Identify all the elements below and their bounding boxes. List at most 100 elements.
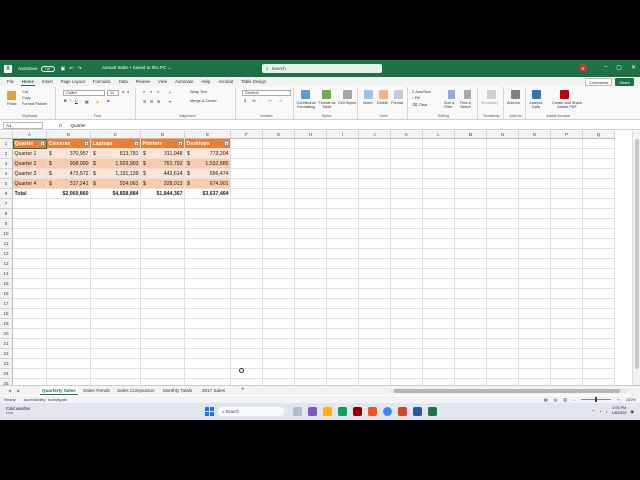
create-share-pdf-button[interactable]: Create and Share Adobe PDF <box>547 101 587 109</box>
filter-dropdown-icon[interactable]: ▾ <box>224 141 229 146</box>
cell-c22[interactable] <box>91 349 141 359</box>
cell-e15[interactable] <box>185 279 231 289</box>
cell-q22[interactable] <box>583 349 615 359</box>
fill-color-icon[interactable]: ◆ <box>96 99 99 104</box>
cell-d21[interactable] <box>141 339 185 349</box>
document-title[interactable]: Annual Sales • Saved to this PC ⌄ <box>102 65 171 71</box>
cell-h11[interactable] <box>295 239 327 249</box>
cell-h24[interactable] <box>295 369 327 379</box>
cell-q6[interactable] <box>583 189 615 199</box>
next-sheet-icon[interactable]: ▶ <box>17 388 20 393</box>
cell-h5[interactable] <box>295 179 327 189</box>
cell-i4[interactable] <box>327 169 359 179</box>
cell-q20[interactable] <box>583 329 615 339</box>
cell-c16[interactable] <box>91 289 141 299</box>
cell-g12[interactable] <box>263 249 295 259</box>
tab-table-design[interactable]: Table Design <box>240 78 267 85</box>
weather-widget[interactable]: Cold weather Now <box>6 406 31 416</box>
total-label[interactable]: Total <box>13 189 47 199</box>
cell-a11[interactable] <box>13 239 47 249</box>
store-icon[interactable] <box>368 407 377 416</box>
cell-j5[interactable] <box>359 179 391 189</box>
cell-k24[interactable] <box>391 369 423 379</box>
cell-a16[interactable] <box>13 289 47 299</box>
cell-g14[interactable] <box>263 269 295 279</box>
cell-i24[interactable] <box>327 369 359 379</box>
cell-a13[interactable] <box>13 259 47 269</box>
addins-icon[interactable] <box>511 90 520 99</box>
cell-e17[interactable] <box>185 299 231 309</box>
cell-c11[interactable] <box>91 239 141 249</box>
cell-o11[interactable] <box>519 239 551 249</box>
cell-h8[interactable] <box>295 209 327 219</box>
cell-i10[interactable] <box>327 229 359 239</box>
cell-i7[interactable] <box>327 199 359 209</box>
cell-m3[interactable] <box>455 159 487 169</box>
cell-k18[interactable] <box>391 309 423 319</box>
cell-l5[interactable] <box>423 179 455 189</box>
taskbar-search[interactable]: ⌕ Search <box>218 407 284 416</box>
cell-o3[interactable] <box>519 159 551 169</box>
row-header-20[interactable]: 20 <box>0 329 13 339</box>
cell-k23[interactable] <box>391 359 423 369</box>
cell-d11[interactable] <box>141 239 185 249</box>
cell-e20[interactable] <box>185 329 231 339</box>
cell-o15[interactable] <box>519 279 551 289</box>
cell-c17[interactable] <box>91 299 141 309</box>
cell-p13[interactable] <box>551 259 583 269</box>
cell-e23[interactable] <box>185 359 231 369</box>
cell-i9[interactable] <box>327 219 359 229</box>
row-header-3[interactable]: 3 <box>0 159 13 169</box>
decrease-decimal-icon[interactable]: ⁻⁰ <box>278 99 282 104</box>
cell-o4[interactable] <box>519 169 551 179</box>
cell-j19[interactable] <box>359 319 391 329</box>
row-header-10[interactable]: 10 <box>0 229 13 239</box>
format-as-table-icon[interactable] <box>322 90 331 99</box>
copilot-icon[interactable] <box>308 407 317 416</box>
cell-n23[interactable] <box>487 359 519 369</box>
cell-d13[interactable] <box>141 259 185 269</box>
cell-h14[interactable] <box>295 269 327 279</box>
cell-j17[interactable] <box>359 299 391 309</box>
cell-q17[interactable] <box>583 299 615 309</box>
cell-k7[interactable] <box>391 199 423 209</box>
cell-n8[interactable] <box>487 209 519 219</box>
cell-f2[interactable] <box>231 149 263 159</box>
cell-l6[interactable] <box>423 189 455 199</box>
cell-q12[interactable] <box>583 249 615 259</box>
cell-k5[interactable] <box>391 179 423 189</box>
accessibility-status[interactable]: Accessibility: Investigate <box>24 397 67 402</box>
cell-j12[interactable] <box>359 249 391 259</box>
cell-p3[interactable] <box>551 159 583 169</box>
cell-j9[interactable] <box>359 219 391 229</box>
cell-g13[interactable] <box>263 259 295 269</box>
cell-l20[interactable] <box>423 329 455 339</box>
column-header-b[interactable]: B <box>47 131 91 139</box>
row-header-5[interactable]: 5 <box>0 179 13 189</box>
cell-b22[interactable] <box>47 349 91 359</box>
cell-p6[interactable] <box>551 189 583 199</box>
cell-o10[interactable] <box>519 229 551 239</box>
cell-f3[interactable] <box>231 159 263 169</box>
cell-styles-button[interactable]: Cell Styles <box>338 101 356 105</box>
cell-f5[interactable] <box>231 179 263 189</box>
cell-a8[interactable] <box>13 209 47 219</box>
conditional-formatting-button[interactable]: Conditional Formatting <box>296 101 316 109</box>
maximize-icon[interactable]: ▢ <box>616 64 622 71</box>
cell-m9[interactable] <box>455 219 487 229</box>
cell-i19[interactable] <box>327 319 359 329</box>
cell-k4[interactable] <box>391 169 423 179</box>
cell-p4[interactable] <box>551 169 583 179</box>
cell-q10[interactable] <box>583 229 615 239</box>
cell-m15[interactable] <box>455 279 487 289</box>
cell-c20[interactable] <box>91 329 141 339</box>
font-name-select[interactable]: Calibri <box>63 90 105 96</box>
wifi-icon[interactable]: ◔ <box>599 409 602 414</box>
cell-m22[interactable] <box>455 349 487 359</box>
cell-o1[interactable] <box>519 139 551 149</box>
cell-d19[interactable] <box>141 319 185 329</box>
cell-m13[interactable] <box>455 259 487 269</box>
sheet-tab-2017-sales[interactable]: 2017 Sales <box>200 386 227 395</box>
cell-g9[interactable] <box>263 219 295 229</box>
cell-d18[interactable] <box>141 309 185 319</box>
